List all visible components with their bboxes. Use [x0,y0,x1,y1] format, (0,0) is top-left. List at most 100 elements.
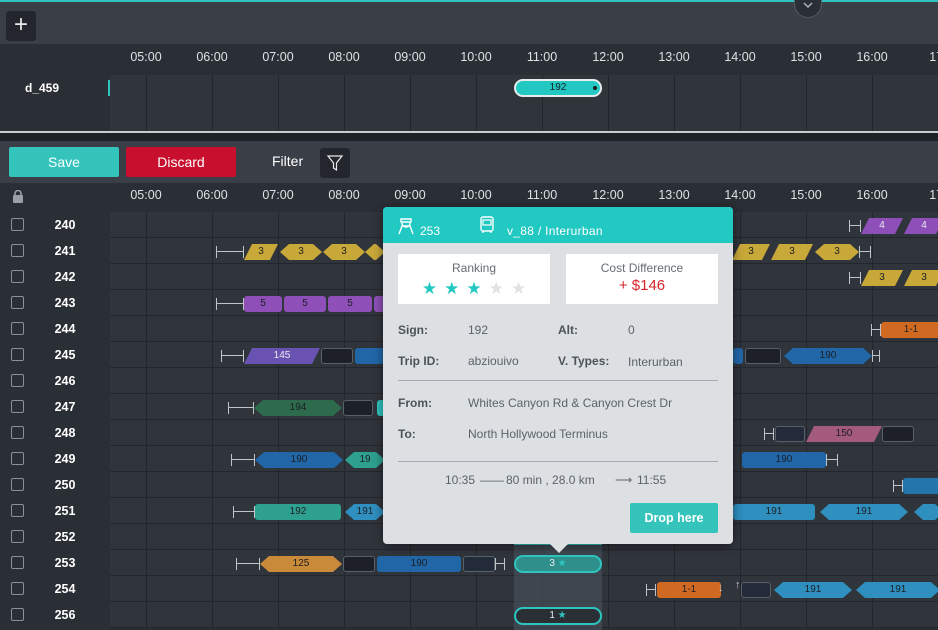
driver-trip-192[interactable]: 192 [514,79,602,97]
dragged-trip-block[interactable]: 3 ★ [514,555,602,573]
row-label: 241 [54,244,76,258]
hour-tick-label: 13:00 [658,50,690,64]
trip-block-fragment[interactable] [903,478,938,494]
trip-block[interactable]: 1-1 [881,322,938,338]
trip-block[interactable]: 190 [255,452,343,468]
star-icon: ★ [421,279,445,298]
trip-block-fragment[interactable] [355,348,385,364]
top-time-axis: 05:00 06:00 07:00 08:00 09:00 10:00 11:00 12:00… [110,50,938,78]
deadhead-block[interactable] [343,400,373,416]
trip-block[interactable]: 191 [733,504,815,520]
lock-icon[interactable] [12,189,24,208]
trip-bracket [216,246,244,258]
row-label: 254 [54,582,76,596]
star-icon: ★ [444,279,467,298]
row-checkbox[interactable] [11,426,24,439]
row-checkbox[interactable] [11,218,24,231]
toolbar: Save Discard Filter [0,141,938,183]
row-label: 247 [54,400,76,414]
filter-label: Filter [272,153,304,169]
trip-block[interactable]: 150 [806,426,882,442]
cost-card: Cost Difference + $146 [566,254,718,304]
save-button[interactable]: Save [9,147,119,177]
trip-block[interactable]: 125 [260,556,342,572]
trip-bracket [872,350,880,362]
trip-block[interactable]: 190 [742,452,826,468]
hour-tick-label: 10:00 [460,50,492,64]
hour-tick-label: 17: [929,188,938,202]
trip-bracket [236,558,260,570]
trip-block[interactable]: 194 [254,400,342,416]
row-checkbox[interactable] [11,608,24,621]
popup-driver-id: 253 [420,224,441,238]
hour-tick-label: 13:00 [658,188,690,202]
hour-tick-label: 05:00 [130,188,162,202]
trip-block[interactable]: 145 [244,348,320,364]
driver-icon [397,215,415,238]
row-checkbox[interactable] [11,296,24,309]
star-icon: ★ [554,558,567,569]
bus-icon [477,215,497,238]
row-checkbox[interactable] [11,374,24,387]
sign-label: Sign: [398,323,428,337]
row-checkbox[interactable] [11,348,24,361]
panel-divider[interactable] [0,131,938,141]
trip-details-popup: 253 v_88 / Interurban Ranking ★★★★★ Cost… [383,207,733,553]
chevron-down-icon[interactable] [794,0,822,18]
trip-block-fragment[interactable] [733,348,743,364]
row-checkbox[interactable] [11,582,24,595]
trip-block[interactable]: 5 [284,296,326,312]
hour-tick-label: 09:00 [394,188,426,202]
row-checkbox[interactable] [11,244,24,257]
row-checkbox[interactable] [11,478,24,491]
row-checkbox[interactable] [11,530,24,543]
cost-label: Cost Difference [600,261,684,275]
trip-block[interactable]: 5 [244,296,282,312]
ranking-stars: ★★★★★ [398,279,550,299]
hour-tick-label: 11:00 [526,188,558,202]
row-label: 245 [54,348,76,362]
hour-tick-label: 08:00 [328,188,360,202]
trip-block[interactable]: 190 [784,348,872,364]
deadhead-block[interactable] [321,348,353,364]
trip-block[interactable]: 191 [774,582,852,598]
filter-button[interactable] [320,148,350,178]
row-label: 253 [54,556,76,570]
trip-block[interactable]: 3 [815,244,859,260]
deadhead-block[interactable] [343,556,375,572]
deadhead-block[interactable] [745,348,781,364]
hour-gridline [146,75,147,133]
discard-button[interactable]: Discard [126,147,236,177]
hour-gridline [344,75,345,133]
start-time: 10:35 [445,473,476,487]
trip-block[interactable]: 5 [328,296,372,312]
row-checkbox[interactable] [11,504,24,517]
trip-block[interactable]: 191 [820,504,908,520]
row-label: 248 [54,426,76,440]
row-checkbox[interactable] [11,452,24,465]
deadhead-block[interactable] [741,582,771,598]
deadhead-block[interactable] [775,426,805,442]
placeholder-trip-block[interactable]: 1 ★ [514,607,602,625]
hour-gridline [278,75,279,133]
deadhead-block[interactable] [463,556,495,572]
trip-bracket [849,220,861,232]
deadhead-block[interactable] [882,426,914,442]
row-checkbox[interactable] [11,322,24,335]
row-checkbox[interactable] [11,400,24,413]
driver-panel: + 05:00 06:00 07:00 08:00 09:00 10:00 11:00 12:… [0,0,938,133]
add-button[interactable]: + [6,11,36,41]
trip-block[interactable]: 1-1 [657,582,721,598]
drop-here-button[interactable]: Drop here [630,503,718,533]
trip-block[interactable]: 190 [377,556,461,572]
trip-block[interactable]: 192 [255,504,341,520]
hour-tick-label: 15:00 [790,188,822,202]
row-checkbox[interactable] [11,270,24,283]
trip-bracket [221,350,244,362]
trip-bracket [228,402,254,414]
row-label: 244 [54,322,76,336]
trip-bracket [216,298,244,310]
row-checkbox[interactable] [11,556,24,569]
trip-bracket [233,506,255,518]
trip-block[interactable]: 191 [856,582,938,598]
